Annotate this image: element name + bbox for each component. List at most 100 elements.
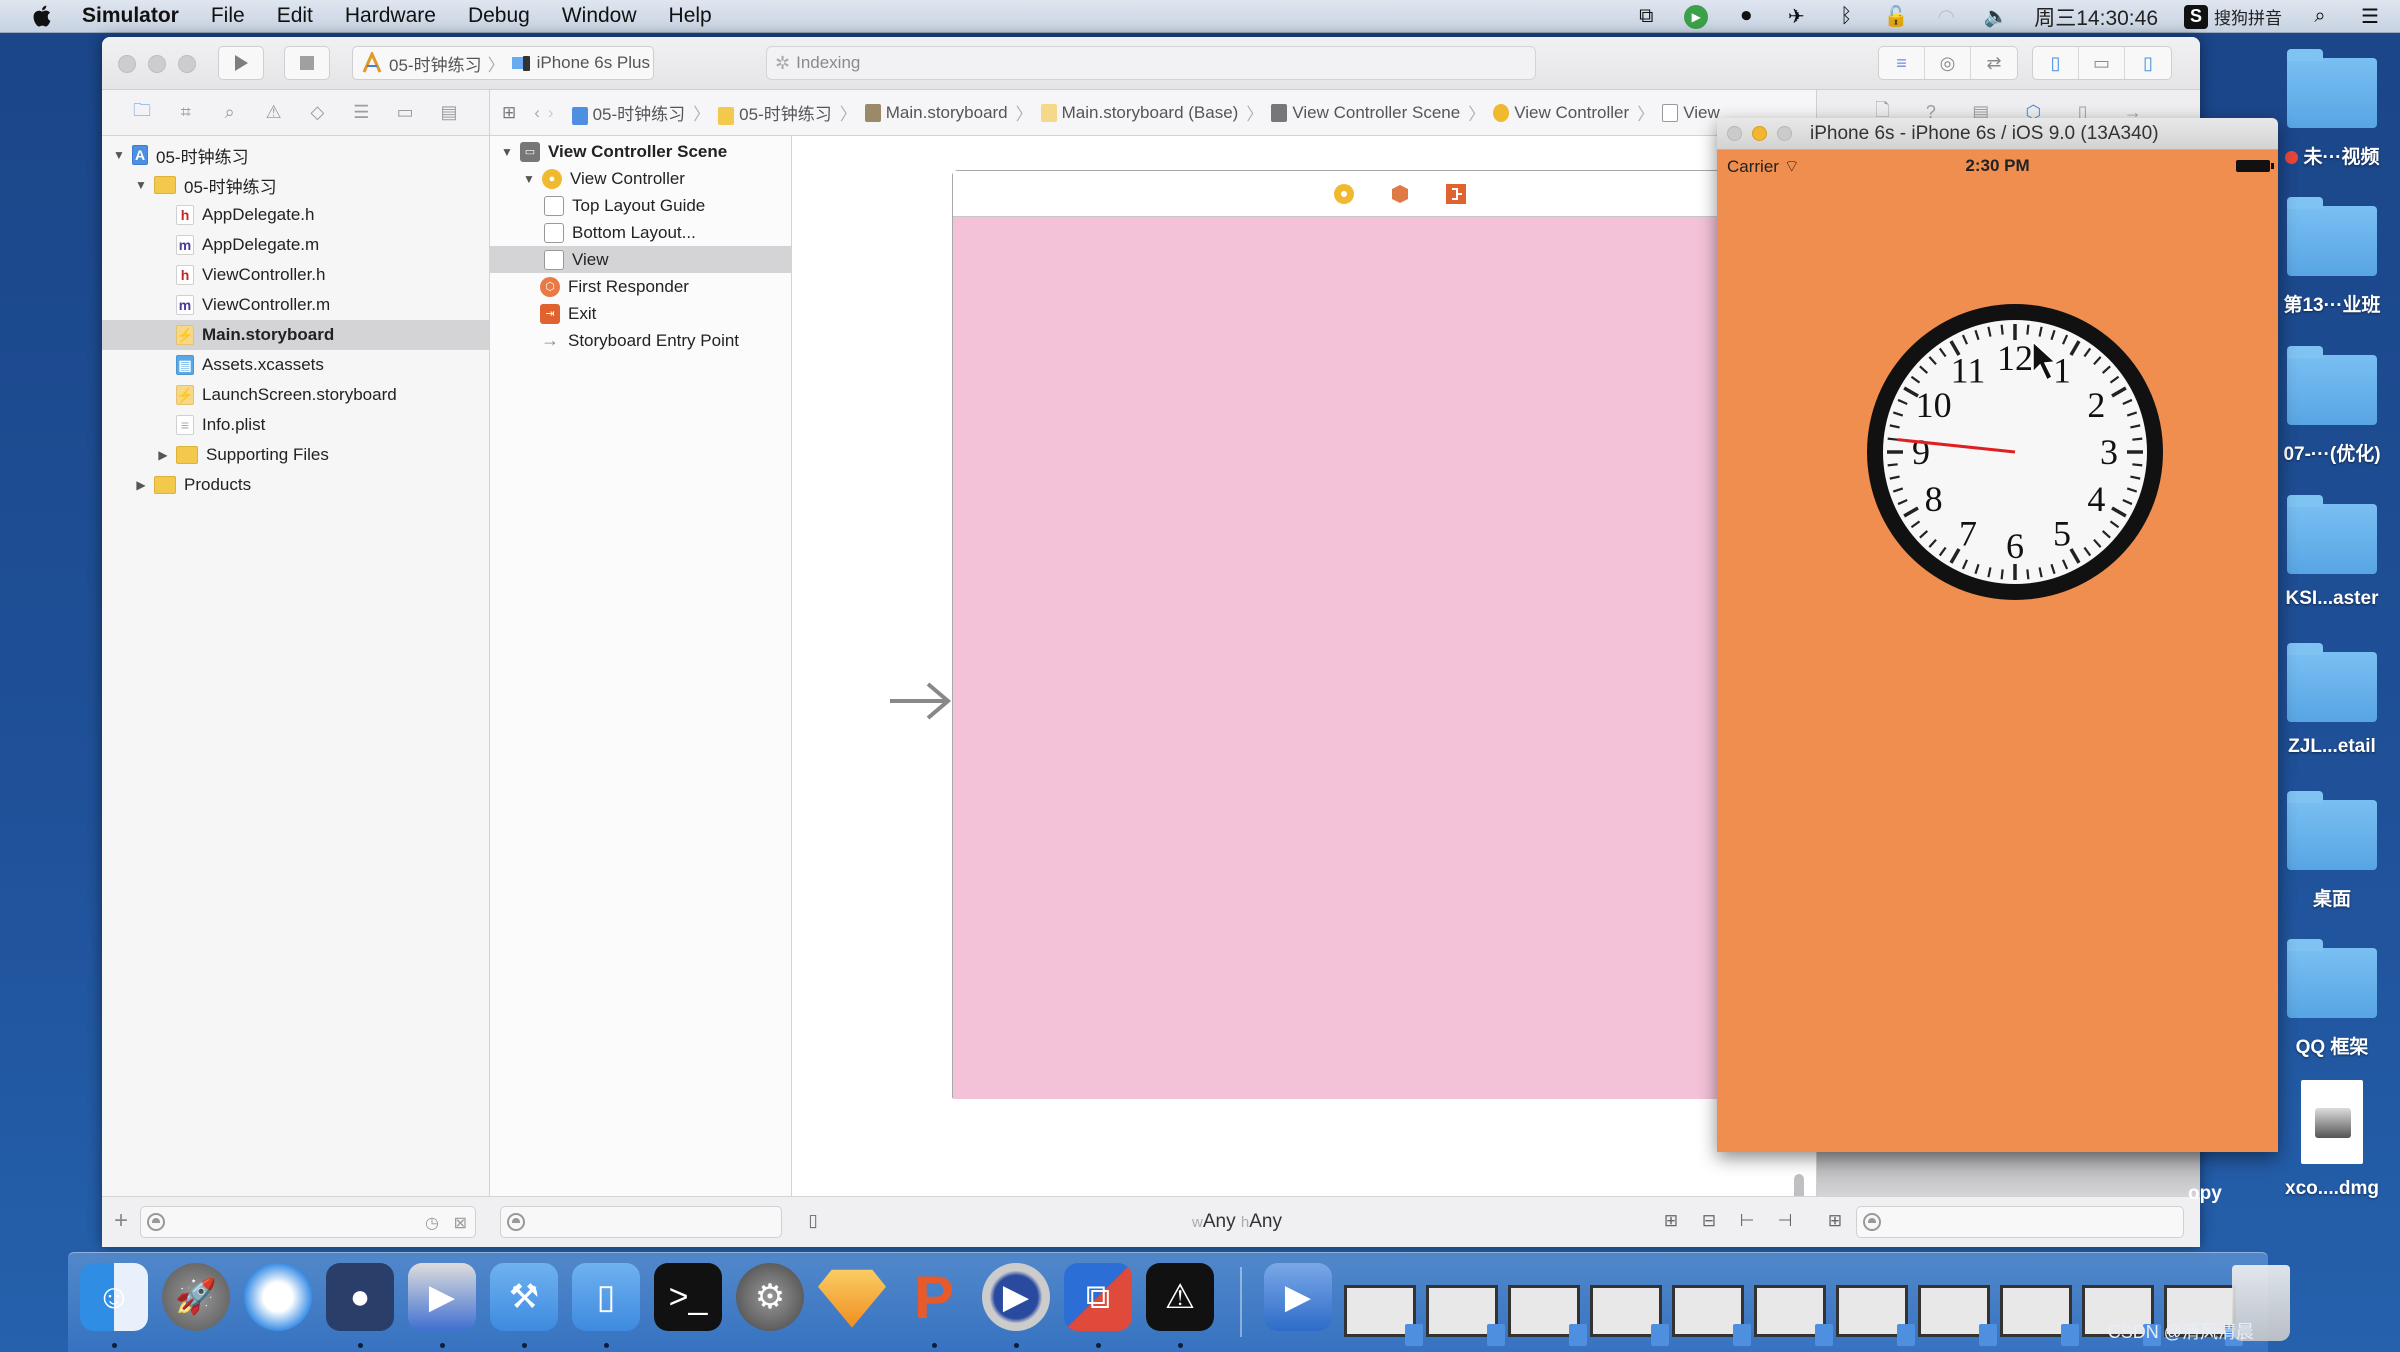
toggle-navigator-button[interactable]: ▯	[2033, 47, 2079, 79]
minimized-window-thumbnail[interactable]	[1918, 1285, 1997, 1346]
add-file-button[interactable]: +	[110, 1207, 132, 1234]
simulator-dock-icon[interactable]: ▯	[572, 1263, 640, 1331]
menu-file[interactable]: File	[211, 4, 245, 28]
disclosure-open-icon[interactable]: ▼	[134, 178, 148, 192]
stop-button[interactable]	[284, 46, 330, 80]
disclosure-open-icon[interactable]: ▼	[500, 145, 514, 159]
minimized-window-thumbnail[interactable]	[1344, 1285, 1423, 1346]
sim-minimize-button[interactable]	[1752, 126, 1767, 141]
outline-item[interactable]: Top Layout Guide	[490, 192, 791, 219]
debug-navigator-tab[interactable]: ☰	[348, 100, 374, 126]
desktop-icon[interactable]: xco....dmg	[2272, 1080, 2392, 1200]
minimized-window-thumbnail[interactable]	[1590, 1285, 1669, 1346]
analog-clock[interactable]: 12 12 3 45678 9 1011	[1865, 302, 2165, 602]
window-close-button[interactable]	[118, 55, 136, 73]
version-editor-button[interactable]: ⇄	[1971, 47, 2017, 79]
menu-clock[interactable]: 周三14:30:46	[2034, 2, 2158, 32]
minimized-window-thumbnail[interactable]	[1672, 1285, 1751, 1346]
jumpbar-item-group[interactable]: 05-时钟练习	[718, 100, 832, 125]
menu-help[interactable]: Help	[669, 4, 712, 28]
terminal-dock-icon[interactable]: >_	[654, 1263, 722, 1331]
jumpbar-item-scene[interactable]: View Controller Scene	[1271, 103, 1460, 123]
disclosure-open-icon[interactable]: ▼	[112, 148, 126, 162]
scm-status-icon[interactable]: ⊠	[454, 1213, 467, 1233]
minimized-window-thumbnail[interactable]	[1754, 1285, 1833, 1346]
recent-files-icon[interactable]: ◷	[425, 1213, 439, 1233]
outline-item[interactable]: ▼ ▭ View Controller Scene	[490, 138, 791, 165]
outline-item[interactable]: → Storyboard Entry Point	[490, 327, 791, 354]
parallels-dock-icon[interactable]: ⧉	[1064, 1263, 1132, 1331]
navigator-item[interactable]: ▶ Supporting Files	[102, 440, 489, 470]
desktop-icon[interactable]: ZJL...etail	[2272, 643, 2392, 758]
jumpbar-item-storyboard[interactable]: Main.storyboard	[864, 103, 1008, 123]
storyboard-canvas[interactable]	[792, 136, 1838, 1243]
sim-close-button[interactable]	[1727, 126, 1742, 141]
screen-record-icon[interactable]: ⏺	[1734, 5, 1758, 29]
exit-icon[interactable]	[1445, 183, 1467, 205]
resolve-autolayout-icon[interactable]: ⊣	[1774, 1210, 1796, 1232]
outline-item[interactable]: ▼ ● View Controller	[490, 165, 791, 192]
green-play-icon[interactable]: ▶	[1684, 4, 1709, 29]
navigator-filter-field[interactable]: ◷ ⊠	[140, 1206, 476, 1238]
display-mirror-icon[interactable]: ⧉	[1634, 5, 1658, 29]
navigator-item[interactable]: ▼ A 05-时钟练习	[102, 140, 489, 170]
breakpoint-navigator-tab[interactable]: ▭	[392, 100, 418, 126]
outline-filter-field[interactable]	[500, 1206, 782, 1238]
airplane-icon[interactable]: ✈	[1784, 5, 1808, 29]
quicktime-dock-icon[interactable]: ▶	[982, 1263, 1050, 1331]
powerpoint-app-dock-icon[interactable]: P	[900, 1263, 968, 1331]
storyboard-entry-arrow[interactable]	[888, 676, 952, 726]
navigator-item[interactable]: h ViewController.h	[102, 260, 489, 290]
navigator-item[interactable]: ⚡ Main.storyboard	[102, 320, 489, 350]
view-controller-icon[interactable]	[1333, 183, 1355, 205]
issue-navigator-tab[interactable]: ⚠	[261, 100, 287, 126]
menu-window[interactable]: Window	[562, 4, 637, 28]
window-zoom-button[interactable]	[178, 55, 196, 73]
project-navigator-tab[interactable]: 🗀	[129, 100, 155, 126]
minimized-window-thumbnail[interactable]	[1508, 1285, 1587, 1346]
navigator-item[interactable]: ▼ 05-时钟练习	[102, 170, 489, 200]
lock-icon[interactable]: 🔓	[1884, 5, 1909, 29]
desktop-icon[interactable]: KSI...aster	[2272, 495, 2392, 610]
report-navigator-tab[interactable]: ▤	[436, 100, 462, 126]
navigator-item[interactable]: ▤ Assets.xcassets	[102, 350, 489, 380]
back-button[interactable]: ‹	[534, 103, 540, 123]
apple-menu-icon[interactable]	[30, 3, 56, 29]
notification-center-icon[interactable]: ☰	[2358, 5, 2382, 29]
spotlight-search-icon[interactable]: ⌕	[2308, 5, 2332, 29]
run-button[interactable]	[218, 46, 264, 80]
navigator-item[interactable]: ≡ Info.plist	[102, 410, 489, 440]
video-app-dock-icon[interactable]: ▶	[408, 1263, 476, 1331]
jumpbar-item-storyboard-base[interactable]: Main.storyboard (Base)	[1040, 103, 1238, 123]
mouse-app-dock-icon[interactable]: ●	[326, 1263, 394, 1331]
input-method-menu[interactable]: S 搜狗拼音	[2184, 4, 2282, 29]
navigator-item[interactable]: ⚡ LaunchScreen.storyboard	[102, 380, 489, 410]
sim-zoom-button[interactable]	[1777, 126, 1792, 141]
minimized-window-thumbnail[interactable]	[1836, 1285, 1915, 1346]
finder-dock-icon[interactable]: ☺	[80, 1263, 148, 1331]
library-grid-icon[interactable]: ⊞	[1824, 1210, 1846, 1232]
desktop-icon[interactable]: 桌面	[2272, 791, 2392, 911]
device-screen[interactable]: Carrier ⌔ 2:30 PM 12 1 2 3 4 5 6 7 8 9 10 11	[1717, 150, 2278, 1152]
test-navigator-tab[interactable]: ◇	[304, 100, 330, 126]
wifi-icon[interactable]: ◠	[1934, 5, 1958, 29]
standard-editor-button[interactable]: ≡	[1879, 47, 1925, 79]
pin-icon[interactable]: ⊢	[1736, 1210, 1758, 1232]
forward-button[interactable]: ›	[548, 103, 554, 123]
symbol-navigator-tab[interactable]: ⌗	[173, 100, 199, 126]
simulator-titlebar[interactable]: iPhone 6s - iPhone 6s / iOS 9.0 (13A340)	[1717, 118, 2278, 150]
minimized-window-thumbnail[interactable]	[1426, 1285, 1505, 1346]
disclosure-closed-icon[interactable]: ▶	[156, 448, 170, 462]
navigator-item[interactable]: h AppDelegate.h	[102, 200, 489, 230]
volume-icon[interactable]: 🔈	[1984, 5, 2009, 29]
size-class-control[interactable]: wAny hAny	[1192, 1211, 1282, 1233]
minimized-window-thumbnail[interactable]	[2000, 1285, 2079, 1346]
find-navigator-tab[interactable]: ⌕	[217, 100, 243, 126]
launchpad-dock-icon[interactable]: 🚀	[162, 1263, 230, 1331]
embed-stack-icon[interactable]: ⊞	[1660, 1210, 1682, 1232]
navigator-item[interactable]: m ViewController.m	[102, 290, 489, 320]
menu-app-simulator[interactable]: Simulator	[82, 4, 179, 28]
desktop-icon[interactable]: 未···视频	[2272, 49, 2392, 169]
menu-debug[interactable]: Debug	[468, 4, 530, 28]
outline-item[interactable]: Bottom Layout...	[490, 219, 791, 246]
